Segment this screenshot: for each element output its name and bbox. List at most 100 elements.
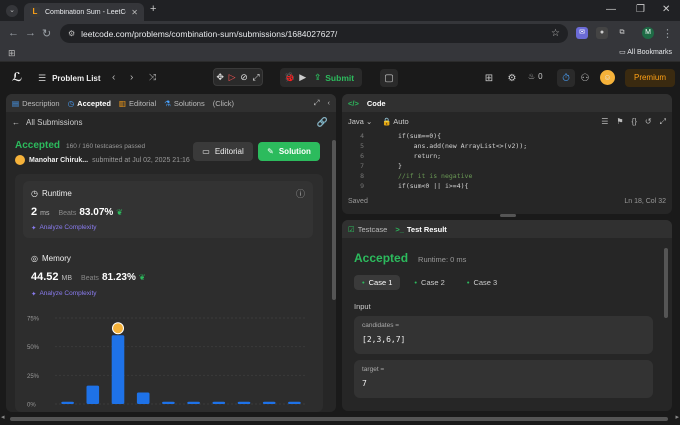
fullscreen-icon[interactable]: ⤢ — [660, 117, 666, 127]
collapse-panel-icon[interactable]: ‹ — [328, 98, 331, 108]
run-icon[interactable]: ▶ — [299, 72, 306, 83]
reset-icon[interactable]: ↺ — [645, 117, 652, 127]
debug-icon[interactable]: 🐞 — [284, 72, 295, 83]
all-submissions-link[interactable]: ← All Submissions — [12, 118, 82, 127]
chart-bar[interactable] — [86, 385, 100, 404]
case-tab[interactable]: • Case 2 — [406, 275, 452, 290]
premium-button[interactable]: Premium — [625, 69, 675, 87]
analyze-complexity-runtime[interactable]: ✦ Analyze Complexity — [31, 224, 97, 232]
code-line[interactable]: 4 if(sum==0){ — [342, 131, 672, 141]
tab-solutions[interactable]: ⚗ Solutions — [164, 99, 205, 108]
submit-button[interactable]: ⇪ Submit — [310, 72, 358, 83]
browser-tab[interactable]: L Combination Sum - LeetCode ✕ — [24, 3, 144, 21]
layout-icon[interactable]: ⊞ — [480, 69, 498, 87]
prev-problem-icon[interactable]: ‹ — [112, 72, 115, 83]
close-window-icon[interactable]: ✕ — [662, 4, 670, 15]
code-line[interactable]: 5 ans.add(new ArrayList<>(v2)); — [342, 141, 672, 151]
line-number: 6 — [360, 152, 364, 160]
address-bar[interactable]: ⚙ leetcode.com/problems/combination-sum/… — [60, 24, 568, 43]
clock-icon: ◷ — [31, 189, 38, 198]
hide-icon[interactable]: ⊘ — [240, 72, 248, 83]
case-tab[interactable]: • Case 1 — [354, 275, 401, 290]
run-outline-icon[interactable]: ▷ — [229, 72, 236, 83]
analyze-complexity-label: Analyze Complexity — [39, 224, 97, 231]
solution-button[interactable]: ✎ Solution — [258, 142, 320, 161]
code-line[interactable]: 6 return; — [342, 151, 672, 161]
user-avatar[interactable]: ☺ — [600, 70, 615, 85]
back-icon[interactable]: ← — [8, 27, 19, 39]
chart-bar[interactable] — [136, 392, 150, 404]
extension-icon[interactable]: ✉ — [576, 27, 588, 39]
extension-cookie-icon[interactable]: ● — [596, 27, 608, 39]
new-tab-icon[interactable]: + — [150, 3, 156, 15]
next-problem-icon[interactable]: › — [130, 72, 133, 83]
profile-avatar[interactable]: M — [642, 27, 654, 39]
tab-editorial[interactable]: ▥ Editorial — [119, 99, 156, 108]
maximize-icon[interactable]: ❐ — [636, 4, 645, 15]
site-info-icon[interactable]: ⚙ — [68, 29, 75, 38]
code-line[interactable]: 9 if(sum<0 || i>=4){ — [342, 181, 672, 189]
analyze-complexity-memory[interactable]: ✦ Analyze Complexity — [31, 290, 97, 298]
scroll-left-icon[interactable]: ◂ — [1, 413, 5, 421]
expand-icon[interactable]: ⤢ — [252, 72, 259, 83]
test-panel-scrollbar[interactable] — [664, 248, 668, 318]
runtime-title: Runtime — [41, 189, 72, 198]
drag-handle-icon[interactable]: ✥ — [216, 72, 224, 83]
bookmark-star-icon[interactable]: ☆ — [551, 28, 560, 39]
maximize-panel-icon[interactable]: ⤢ — [314, 98, 320, 108]
bookmark-icon[interactable]: ⚑ — [616, 117, 623, 127]
chart-bar[interactable] — [288, 401, 301, 404]
tab-click[interactable]: (Click) — [213, 99, 234, 108]
code-line[interactable]: 7} — [342, 161, 672, 171]
left-panel-scrollbar[interactable] — [332, 140, 336, 300]
tab-search-icon[interactable]: ⌄ — [6, 5, 18, 17]
chart-bar[interactable] — [111, 335, 125, 404]
chart-bar[interactable] — [61, 401, 74, 404]
auto-mode-toggle[interactable]: 🔒 Auto — [382, 117, 408, 126]
add-user-icon[interactable]: ⚇ — [576, 69, 594, 87]
all-bookmarks[interactable]: ▭ All Bookmarks — [619, 48, 672, 56]
settings-icon[interactable]: ⚙ — [503, 69, 521, 87]
info-icon[interactable]: ⓘ — [296, 187, 305, 200]
chart-bar[interactable] — [262, 401, 276, 404]
page-horizontal-scrollbar[interactable]: ◂ ▸ — [0, 413, 680, 425]
leetcode-logo-icon[interactable]: ℒ — [12, 70, 26, 84]
tab-accepted[interactable]: ◷ Accepted — [68, 99, 111, 108]
chart-bar[interactable] — [237, 401, 251, 404]
runtime-card[interactable]: ◷ Runtime ⓘ 2 ms Beats 83.07% ❦ ✦ Analyz… — [23, 181, 313, 238]
braces-icon[interactable]: {} — [632, 117, 637, 127]
apps-grid-icon[interactable]: ⊞ — [8, 48, 16, 59]
share-link-icon[interactable]: 🔗 — [317, 117, 328, 128]
problem-list-button[interactable]: ☰ Problem List — [38, 73, 101, 84]
case-tab[interactable]: • Case 3 — [459, 275, 505, 290]
minimize-icon[interactable]: — — [606, 4, 616, 15]
streak-counter[interactable]: ♨ 0 — [528, 72, 543, 81]
chart-bar[interactable] — [212, 401, 226, 404]
code-panel: </> Code Java ⌄ 🔒 Auto ☰ ⚑ {} ↺ ⤢ 4 if(su… — [342, 94, 672, 214]
tab-description[interactable]: ▤ Description — [12, 99, 60, 108]
panel-resize-handle[interactable] — [500, 214, 516, 217]
format-icon[interactable]: ☰ — [601, 117, 608, 127]
close-tab-icon[interactable]: ✕ — [131, 8, 138, 17]
auto-mode-label: Auto — [393, 117, 409, 126]
forward-icon[interactable]: → — [25, 27, 36, 39]
submitter-name[interactable]: Manohar Chiruk... — [29, 157, 88, 164]
editorial-button[interactable]: ▭ Editorial — [193, 142, 253, 161]
code-editor[interactable]: 4 if(sum==0){5 ans.add(new ArrayList<>(v2… — [342, 131, 672, 189]
tab-test-result[interactable]: >_ Test Result — [395, 225, 446, 234]
notes-icon[interactable]: ▢ — [380, 69, 398, 87]
timer-icon[interactable]: ⏱ — [557, 69, 575, 87]
memory-section[interactable]: ◎ Memory — [31, 254, 71, 263]
scrollbar-thumb[interactable] — [10, 417, 668, 421]
code-line[interactable]: 8 //if it is negative — [342, 171, 672, 181]
shuffle-icon[interactable]: ⤨ — [149, 72, 156, 83]
language-select[interactable]: Java ⌄ — [348, 117, 372, 126]
extensions-puzzle-icon[interactable]: ⧉ — [616, 27, 628, 39]
reload-icon[interactable]: ↻ — [42, 27, 51, 40]
tab-testcase[interactable]: ☑ Testcase — [348, 225, 387, 234]
chart-bar[interactable] — [187, 401, 200, 404]
browser-menu-icon[interactable]: ⋮ — [662, 27, 673, 40]
chart-bar[interactable] — [162, 401, 175, 404]
memory-unit: MB — [61, 275, 73, 282]
scroll-right-icon[interactable]: ▸ — [675, 413, 679, 421]
